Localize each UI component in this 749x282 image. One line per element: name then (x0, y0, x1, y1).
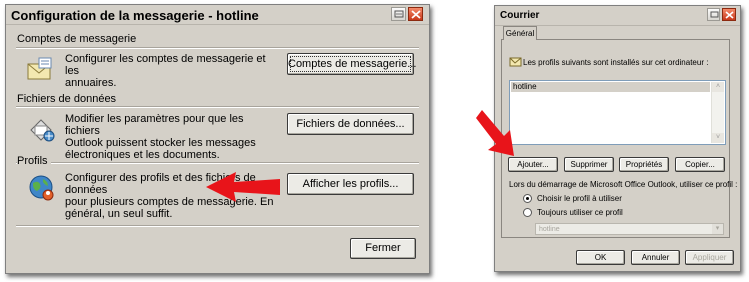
red-arrow-icon (476, 110, 514, 156)
properties-button[interactable]: Propriétés (619, 157, 669, 172)
desc-line: Modifier les paramètres pour que les fic… (65, 113, 244, 137)
add-profile-button[interactable]: Ajouter... (508, 157, 558, 172)
remove-profile-button[interactable]: Supprimer (564, 157, 614, 172)
radio-choose-label[interactable]: Choisir le profil à utiliser (537, 194, 622, 203)
startup-label: Lors du démarrage de Microsoft Office Ou… (509, 180, 738, 189)
cancel-button[interactable]: Annuler (631, 250, 680, 265)
email-accounts-button[interactable]: Comptes de messagerie... (287, 53, 416, 75)
show-profiles-button[interactable]: Afficher les profils... (287, 173, 414, 195)
desc-line: annuaires. (65, 77, 117, 89)
ok-button[interactable]: OK (576, 250, 625, 265)
profile-select-value: hotline (539, 226, 560, 233)
desc-line: électroniques et les documents. (65, 149, 220, 161)
help-button[interactable] (391, 7, 406, 21)
dialog-title: Configuration de la messagerie - hotline (11, 8, 259, 23)
profile-info-icon (509, 57, 522, 67)
desc-line: Configurer les comptes de messagerie et … (65, 53, 266, 77)
section-divider (16, 162, 419, 164)
title-bar[interactable]: Configuration de la messagerie - hotline (6, 5, 429, 25)
scroll-up-icon[interactable]: ˄ (712, 82, 724, 92)
section-divider (16, 106, 419, 108)
close-button[interactable]: Fermer (350, 238, 416, 259)
mail-accounts-icon (27, 57, 52, 80)
copy-profile-button[interactable]: Copier... (675, 157, 725, 172)
profiles-globe-icon (29, 175, 54, 201)
profile-list[interactable]: hotline ˄ ˅ (509, 80, 726, 145)
list-scrollbar[interactable]: ˄ ˅ (711, 82, 724, 143)
mail-profiles-dialog: Courrier Général Les profils suivants so… (494, 5, 741, 272)
radio-choose-profile[interactable] (523, 194, 532, 203)
help-icon (710, 11, 719, 18)
help-icon (394, 10, 404, 18)
chevron-down-icon: ▾ (712, 224, 723, 234)
help-button[interactable] (707, 8, 720, 21)
section-divider (16, 47, 419, 49)
data-files-icon (30, 119, 55, 142)
data-files-button[interactable]: Fichiers de données... (287, 113, 414, 135)
list-item[interactable]: hotline (511, 82, 710, 92)
dialog-title: Courrier (500, 10, 540, 21)
desc-line: Outlook puissent stocker les messages (65, 137, 256, 149)
tab-general[interactable]: Général (503, 26, 537, 40)
bottom-divider (16, 225, 419, 227)
mail-setup-dialog: Configuration de la messagerie - hotline… (5, 4, 430, 274)
data-files-description: Modifier les paramètres pour que les fic… (65, 113, 280, 161)
section-heading-data-files: Fichiers de données (17, 93, 120, 105)
scroll-down-icon[interactable]: ˅ (712, 133, 724, 143)
red-arrow-icon (206, 172, 280, 202)
section-heading-profiles: Profils (17, 155, 51, 167)
section-heading-accounts: Comptes de messagerie (17, 33, 140, 45)
accounts-description: Configurer les comptes de messagerie et … (65, 53, 280, 89)
profile-select: hotline ▾ (535, 223, 724, 235)
close-icon[interactable] (408, 7, 423, 21)
close-icon[interactable] (722, 8, 736, 21)
title-bar[interactable]: Courrier (495, 6, 740, 26)
radio-always-use[interactable] (523, 208, 532, 217)
desc-line: général, un seul suffit. (65, 208, 173, 220)
radio-always-label[interactable]: Toujours utiliser ce profil (537, 208, 623, 217)
apply-button[interactable]: Appliquer (685, 250, 734, 265)
profiles-info-label: Les profils suivants sont installés sur … (523, 58, 709, 67)
